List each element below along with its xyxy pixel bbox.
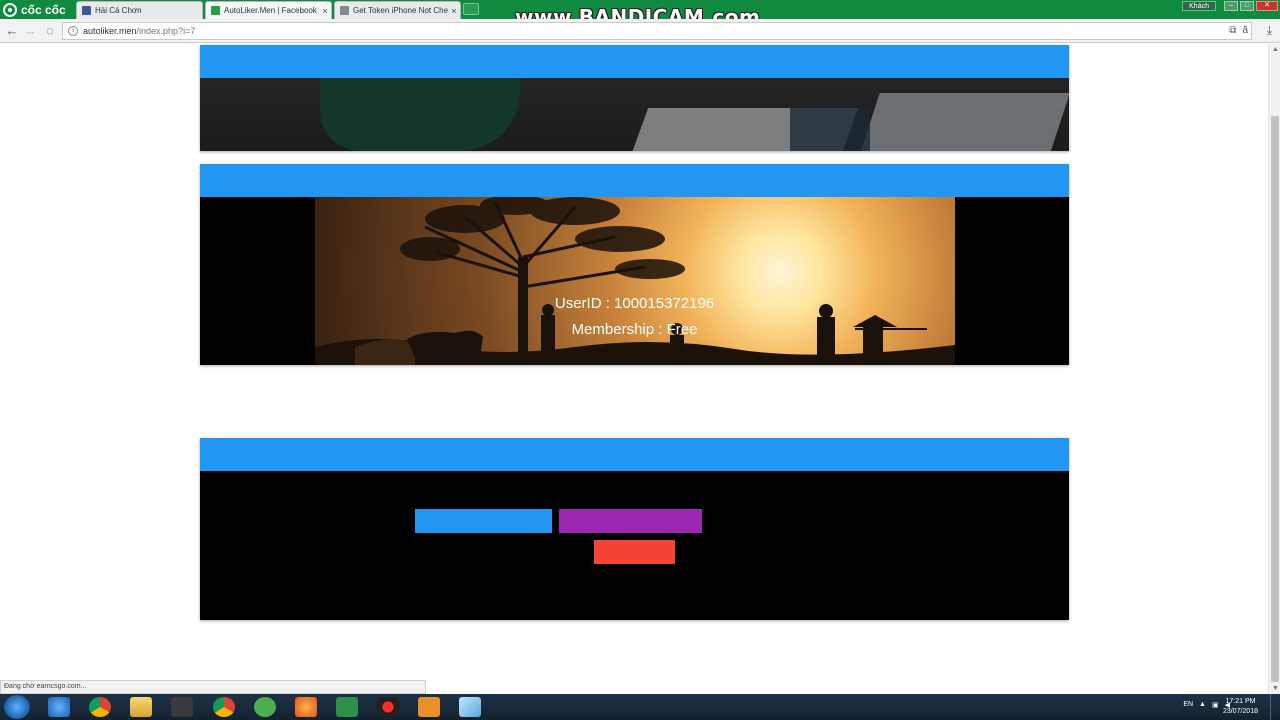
scrollbar-thumb[interactable]	[1271, 116, 1279, 682]
close-window-icon[interactable]: ✕	[1256, 1, 1278, 11]
status-bar: Đang chờ earncsgo.com...	[0, 680, 426, 694]
tab-label: Get Token iPhone Not Che	[353, 6, 448, 15]
silhouette-illustration	[315, 197, 955, 365]
clock-date: 23/07/2018	[1222, 708, 1258, 715]
clock-time: 17:21 PM	[1225, 698, 1256, 705]
cover-image	[200, 78, 1069, 151]
language-indicator[interactable]: EN	[1183, 701, 1193, 709]
network-icon[interactable]: ▣	[1212, 701, 1219, 709]
facebook-favicon-icon	[82, 6, 91, 15]
notepad-icon[interactable]	[459, 697, 481, 717]
membership-text: Membership : Free	[571, 321, 698, 338]
sublime-text-icon[interactable]	[171, 697, 193, 717]
minimize-icon[interactable]: –	[1224, 1, 1238, 11]
bandicam-record-icon[interactable]	[377, 697, 399, 717]
profile-card: UserID : 100015372196 Membership : Free	[200, 164, 1069, 365]
firefox-icon[interactable]	[295, 697, 317, 717]
address-bar[interactable]: i autoliker.men/index.php?i=7	[62, 22, 1252, 40]
scroll-down-icon[interactable]: ▼	[1272, 685, 1279, 692]
tab-label: Hải Cá Chơn	[95, 6, 142, 15]
site-info-icon[interactable]: i	[68, 26, 78, 36]
address-path: /index.php?i=7	[136, 26, 196, 36]
card-header-bar	[200, 164, 1069, 197]
omnibox-actions: ⧉ ă	[1229, 25, 1248, 36]
autoliker-favicon-icon	[211, 6, 220, 15]
card-header-bar	[200, 45, 1069, 78]
actions-card	[200, 438, 1069, 620]
actions-body	[200, 471, 1069, 620]
profile-banner: UserID : 100015372196 Membership : Free	[200, 197, 1069, 365]
download-icon[interactable]: ⤓	[1267, 23, 1272, 38]
new-tab-button[interactable]	[463, 3, 479, 15]
page-scrollbar[interactable]: ▲ ▼	[1268, 44, 1280, 694]
taskbar-clock[interactable]: 17:21 PM 23/07/2018	[1223, 697, 1258, 717]
red-action-button[interactable]	[594, 540, 675, 564]
user-id-text: UserID : 100015372196	[554, 295, 715, 312]
back-arrow-icon[interactable]: ←	[4, 23, 20, 39]
coccoc-extension-icon[interactable]: ă	[1242, 25, 1248, 36]
coccoc-brand[interactable]: cốc cốc	[0, 0, 74, 19]
sunset-background-image	[315, 197, 955, 365]
chrome-alt-icon[interactable]	[213, 697, 235, 717]
media-player-icon[interactable]	[418, 697, 440, 717]
tab-hai-ca-chon[interactable]: Hải Cá Chơn	[76, 1, 203, 19]
maximize-icon[interactable]: □	[1240, 1, 1254, 11]
window-controls: Khách – □ ✕	[1182, 0, 1278, 12]
purple-action-button[interactable]	[559, 509, 702, 533]
brand-label: cốc cốc	[21, 2, 66, 17]
tray-expand-icon[interactable]: ▲	[1199, 701, 1206, 709]
forward-arrow-icon[interactable]: →	[22, 23, 38, 39]
chrome-icon[interactable]	[89, 697, 111, 717]
tab-label: AutoLiker.Men | Facebook	[224, 6, 317, 15]
card-header-bar	[200, 438, 1069, 471]
page-favicon-icon	[340, 6, 349, 15]
tab-close-icon[interactable]: ×	[448, 6, 460, 16]
loading-spinner-icon[interactable]: ◌	[42, 23, 58, 39]
page-viewport: UserID : 100015372196 Membership : Free …	[0, 44, 1268, 694]
internet-explorer-icon[interactable]	[48, 697, 70, 717]
tab-get-token[interactable]: Get Token iPhone Not Che ×	[334, 1, 461, 19]
file-explorer-icon[interactable]	[130, 697, 152, 717]
header-card	[200, 45, 1069, 151]
browser-toolbar: ← → ◌ i autoliker.men/index.php?i=7	[0, 19, 1280, 43]
show-desktop-button[interactable]	[1270, 694, 1280, 720]
scroll-up-icon[interactable]: ▲	[1272, 46, 1279, 53]
windows-taskbar: EN ▲ ▣ ◀ 17:21 PM 23/07/2018	[0, 694, 1280, 720]
coccoc-active-icon[interactable]	[336, 697, 358, 717]
address-host: autoliker.men	[83, 26, 137, 36]
start-button-icon[interactable]	[4, 695, 30, 719]
translate-icon[interactable]: ⧉	[1229, 25, 1236, 36]
coccoc-logo-icon	[3, 2, 17, 17]
tab-close-icon[interactable]: ×	[319, 6, 331, 16]
profile-button[interactable]: Khách	[1182, 1, 1216, 11]
screen: cốc cốc Hải Cá Chơn AutoLiker.Men | Face…	[0, 0, 1280, 720]
blue-action-button[interactable]	[415, 509, 552, 533]
coccoc-taskbar-icon[interactable]	[254, 697, 276, 717]
tab-autoliker[interactable]: AutoLiker.Men | Facebook ×	[205, 1, 332, 19]
